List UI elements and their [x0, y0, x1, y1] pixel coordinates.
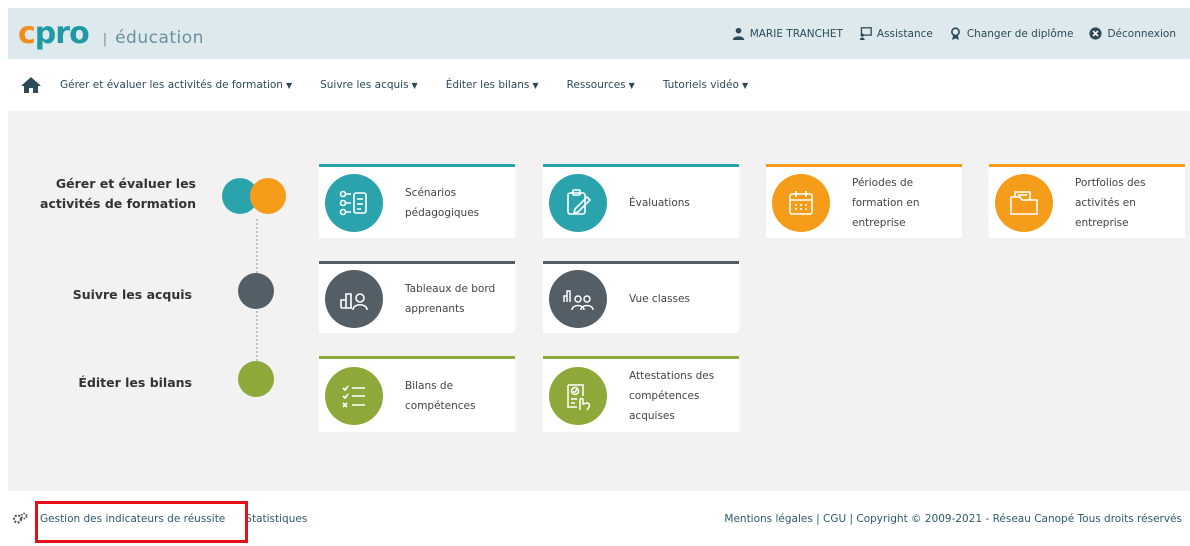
footer: Gestion des indicateurs de réussite Stat… — [8, 491, 1190, 546]
nav-gerer-label: Gérer et évaluer les activités de format… — [60, 79, 283, 91]
connector-line — [256, 311, 258, 361]
user-icon — [732, 27, 744, 40]
user-link[interactable]: MARIE TRANCHET — [732, 27, 843, 40]
orange-dot — [250, 178, 286, 214]
footer-legal[interactable]: Mentions légales | CGU | Copyright © 200… — [724, 513, 1182, 525]
row-label-gerer: Gérer et évaluer les activités de format… — [40, 176, 196, 211]
header-links: MARIE TRANCHET Assistance Changer de dip… — [732, 27, 1176, 40]
nav-editer[interactable]: Éditer les bilans ▼ — [446, 79, 539, 91]
certificate-hand-icon — [567, 383, 591, 410]
assistance-link[interactable]: Assistance — [859, 27, 933, 40]
card-tableaux[interactable]: Tableaux de bord apprenants — [319, 261, 515, 333]
cpro-logo[interactable]: cpro | éducation — [18, 15, 204, 51]
close-circle-icon — [1089, 27, 1103, 40]
olive-dot — [238, 361, 274, 397]
card-attestations-label: Attestations des compétences acquises — [629, 369, 715, 422]
row-label-editer: Éditer les bilans — [78, 375, 192, 390]
page: cpro | éducation MARIE TRANCHET Assistan… — [0, 0, 1190, 546]
top-header: cpro | éducation MARIE TRANCHET Assistan… — [8, 8, 1190, 59]
chevron-down-icon: ▼ — [285, 81, 293, 90]
scenario-list-icon — [339, 190, 367, 215]
ribbon-icon — [950, 27, 960, 40]
dashboard-person-icon — [340, 292, 368, 310]
logo-separator: | — [102, 31, 108, 47]
row-label-suivre: Suivre les acquis — [72, 287, 192, 302]
deconnexion-label: Déconnexion — [1107, 27, 1176, 40]
chevron-down-icon: ▼ — [532, 81, 539, 90]
bilans-icon-circle — [325, 366, 383, 425]
gray-dot — [238, 273, 274, 309]
nav-editer-label: Éditer les bilans — [445, 79, 530, 91]
card-evaluations-label: Évaluations — [629, 196, 690, 209]
home-button[interactable] — [20, 76, 42, 94]
assistance-icon — [859, 27, 872, 40]
nav-ressources-label: Ressources — [566, 79, 626, 91]
periodes-icon-circle — [772, 173, 830, 232]
card-scenarios-label: Scénarios pédagogiques — [405, 186, 480, 219]
logo-subtitle: éducation — [115, 27, 204, 48]
changer-diplome-link[interactable]: Changer de diplôme — [949, 27, 1074, 40]
nav-ressources[interactable]: Ressources ▼ — [567, 79, 635, 91]
nav-tutoriels-label: Tutoriels vidéo — [662, 79, 739, 91]
card-tableaux-label: Tableaux de bord apprenants — [405, 282, 496, 315]
card-attestations[interactable]: Attestations des compétences acquises — [543, 356, 739, 432]
dashboard-main: Gérer et évaluer les activités de format… — [8, 111, 1190, 491]
card-vue-classes-label: Vue classes — [629, 292, 690, 305]
card-bilans-label: Bilans de compétences — [405, 379, 476, 412]
card-periodes[interactable]: Périodes de formation en entreprise — [766, 164, 962, 238]
logo-mark: cpro — [18, 15, 90, 51]
card-scenarios[interactable]: Scénarios pédagogiques — [319, 164, 515, 238]
scenarios-icon-circle — [325, 173, 383, 232]
chevron-down-icon: ▼ — [741, 81, 749, 90]
nav-suivre[interactable]: Suivre les acquis ▼ — [320, 79, 418, 91]
nav-gerer[interactable]: Gérer et évaluer les activités de format… — [60, 79, 292, 91]
tableaux-icon-circle — [325, 269, 383, 328]
clipboard-pen-icon — [567, 188, 592, 215]
chevron-down-icon: ▼ — [628, 81, 635, 90]
card-portfolios[interactable]: Portfolios des activités en entreprise — [989, 164, 1185, 238]
calendar-icon — [789, 190, 813, 215]
connector-line — [256, 219, 258, 273]
evaluations-icon-circle — [549, 173, 607, 232]
main-nav: Gérer et évaluer les activités de format… — [8, 59, 1190, 111]
highlight-box — [35, 501, 248, 543]
chevron-down-icon: ▼ — [411, 81, 418, 90]
nav-suivre-label: Suivre les acquis — [320, 79, 409, 91]
card-periodes-label: Périodes de formation en entreprise — [852, 176, 920, 229]
deconnexion-link[interactable]: Déconnexion — [1089, 27, 1176, 40]
gears-icon — [12, 512, 28, 524]
user-name: MARIE TRANCHET — [749, 27, 843, 40]
card-portfolios-label: Portfolios des activités en entreprise — [1075, 176, 1146, 229]
card-vue-classes[interactable]: Vue classes — [543, 261, 739, 333]
class-group-icon — [563, 289, 594, 310]
checklist-icon — [342, 385, 365, 408]
assistance-label: Assistance — [876, 27, 933, 40]
nav-tutoriels[interactable]: Tutoriels vidéo ▼ — [663, 79, 748, 91]
changer-label: Changer de diplôme — [966, 27, 1074, 40]
portfolios-icon-circle — [995, 173, 1053, 232]
home-icon — [21, 77, 41, 93]
card-bilans[interactable]: Bilans de compétences — [319, 356, 515, 432]
folder-icon — [1010, 190, 1038, 215]
statistiques-link[interactable]: Statistiques — [245, 513, 307, 525]
attestations-icon-circle — [549, 366, 607, 425]
vue-classes-icon-circle — [549, 269, 607, 328]
card-evaluations[interactable]: Évaluations — [543, 164, 739, 238]
